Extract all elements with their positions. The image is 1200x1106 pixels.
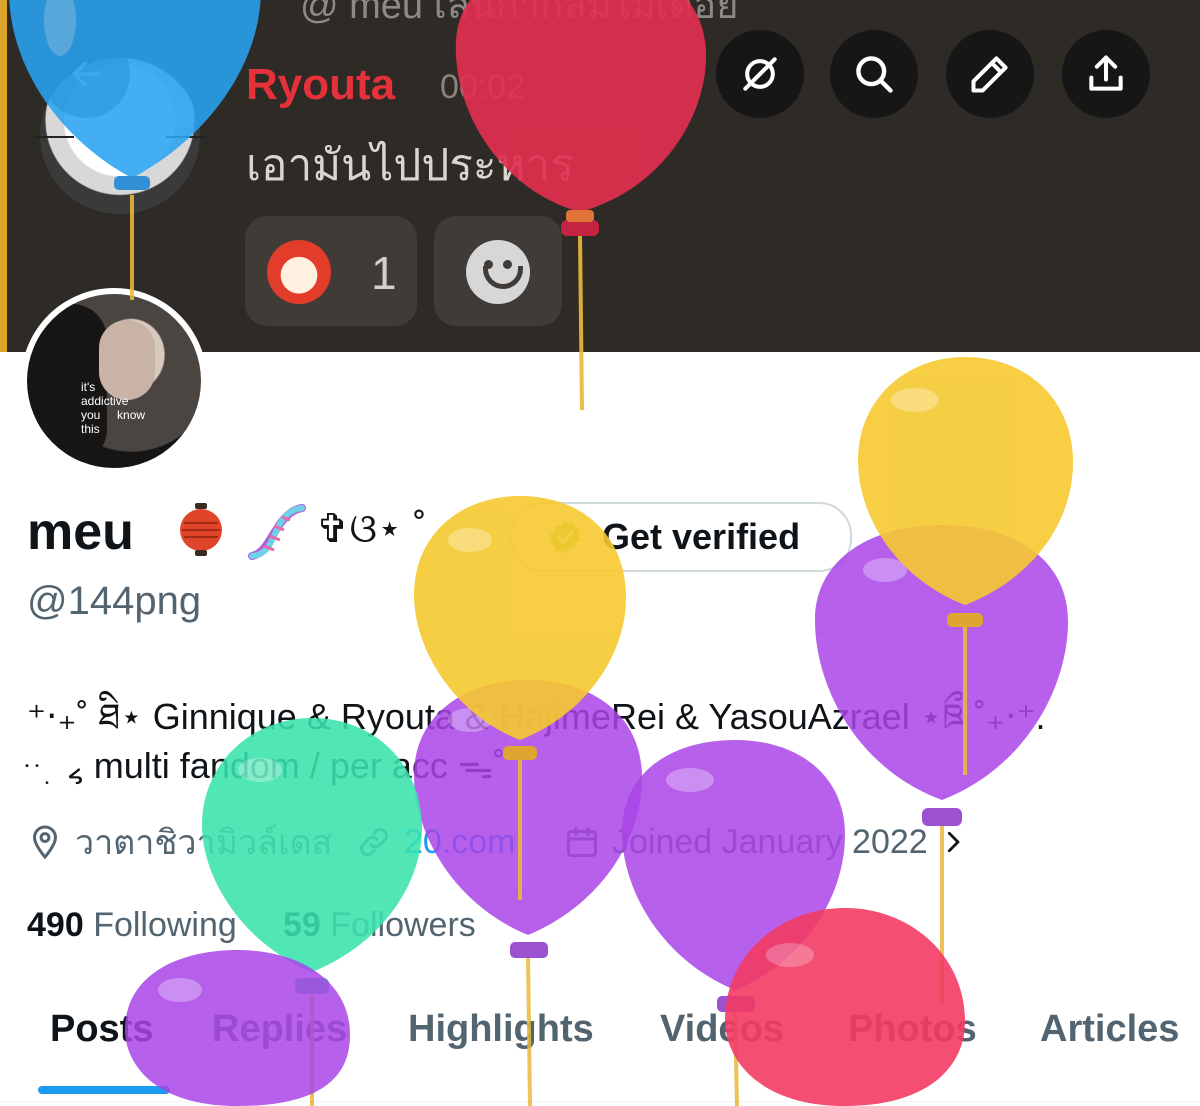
avatar-caption: it's addictive you know this: [81, 380, 146, 436]
followers-count: 59: [283, 906, 321, 944]
tab-articles[interactable]: Articles: [1040, 1008, 1179, 1051]
joined-text: Joined January 2022: [612, 822, 928, 861]
share-button[interactable]: [1062, 30, 1150, 118]
whisker-left: [34, 136, 74, 138]
banner-stripe: [0, 0, 7, 352]
website-link[interactable]: 20.com: [356, 820, 516, 864]
following-count: 490: [27, 906, 84, 944]
location-pin-icon: [32, 825, 58, 860]
hide-button[interactable]: [716, 30, 804, 118]
following-label: Following: [93, 906, 237, 944]
display-name: meu: [27, 503, 134, 561]
active-tab-indicator: [38, 1086, 170, 1094]
edit-icon: [971, 56, 1008, 93]
location-text: วาตาชิวามิวล์เดส: [75, 824, 333, 862]
chat-top-text: @ meu เล่นกาก็ล้มไม่เดือย: [300, 0, 739, 27]
chat-time: 00:02: [440, 68, 526, 106]
profile-tabs: Posts Replies Highlights Videos Photos A…: [0, 1000, 1200, 1106]
laughing-emoji-icon: [267, 240, 331, 304]
avatar[interactable]: it's addictive you know this: [27, 294, 201, 468]
bio-line-2: ּ ּ ּ ִ ៹ multi fandom / per acc ᯓ˚: [27, 745, 506, 786]
get-verified-button[interactable]: Get verified: [510, 502, 852, 572]
add-reaction-chip: [434, 216, 562, 326]
chevron-right-icon: [947, 831, 960, 853]
verified-badge-icon: [550, 520, 580, 554]
tabs-divider: [0, 1101, 1200, 1102]
smiley-icon: [466, 240, 530, 304]
share-icon: [1089, 55, 1123, 91]
search-icon: [856, 56, 893, 93]
dna-emoji-icon: [248, 504, 306, 560]
reaction-count: 1: [371, 247, 397, 299]
website-text[interactable]: 20.com: [404, 823, 516, 862]
search-button[interactable]: [830, 30, 918, 118]
tab-replies[interactable]: Replies: [212, 1008, 347, 1051]
tab-highlights[interactable]: Highlights: [408, 1008, 594, 1051]
chat-author: Ryouta: [246, 60, 396, 109]
profile-page: @ meu เล่นกาก็ล้มไม่เดือย Ryouta 00:02 เ…: [0, 0, 1200, 1106]
link-icon: [360, 828, 388, 856]
chat-message: เอามันไปประหาร: [246, 141, 574, 190]
location: วาตาชิวามิวล์เดส: [27, 820, 332, 864]
name-decoration: ✞ଓ⋆ ˚: [316, 507, 427, 551]
edit-button[interactable]: [946, 30, 1034, 118]
lantern-emoji-icon: [180, 503, 222, 556]
back-button[interactable]: [42, 30, 130, 118]
joined-date[interactable]: Joined January 2022: [564, 820, 980, 864]
back-arrow-icon: [72, 61, 100, 87]
hide-icon: [743, 57, 777, 91]
get-verified-label: Get verified: [602, 516, 801, 557]
whisker-right: [166, 136, 206, 138]
followers-stat[interactable]: 59 Followers: [283, 906, 476, 945]
reaction-chip: 1: [245, 216, 417, 326]
tab-posts[interactable]: Posts: [50, 1008, 153, 1051]
calendar-icon: [567, 827, 597, 857]
username-handle: @144png: [27, 579, 202, 623]
tab-photos[interactable]: Photos: [848, 1008, 977, 1051]
tab-videos[interactable]: Videos: [660, 1008, 784, 1051]
following-stat[interactable]: 490 Following: [27, 906, 237, 945]
followers-label: Followers: [330, 906, 476, 944]
